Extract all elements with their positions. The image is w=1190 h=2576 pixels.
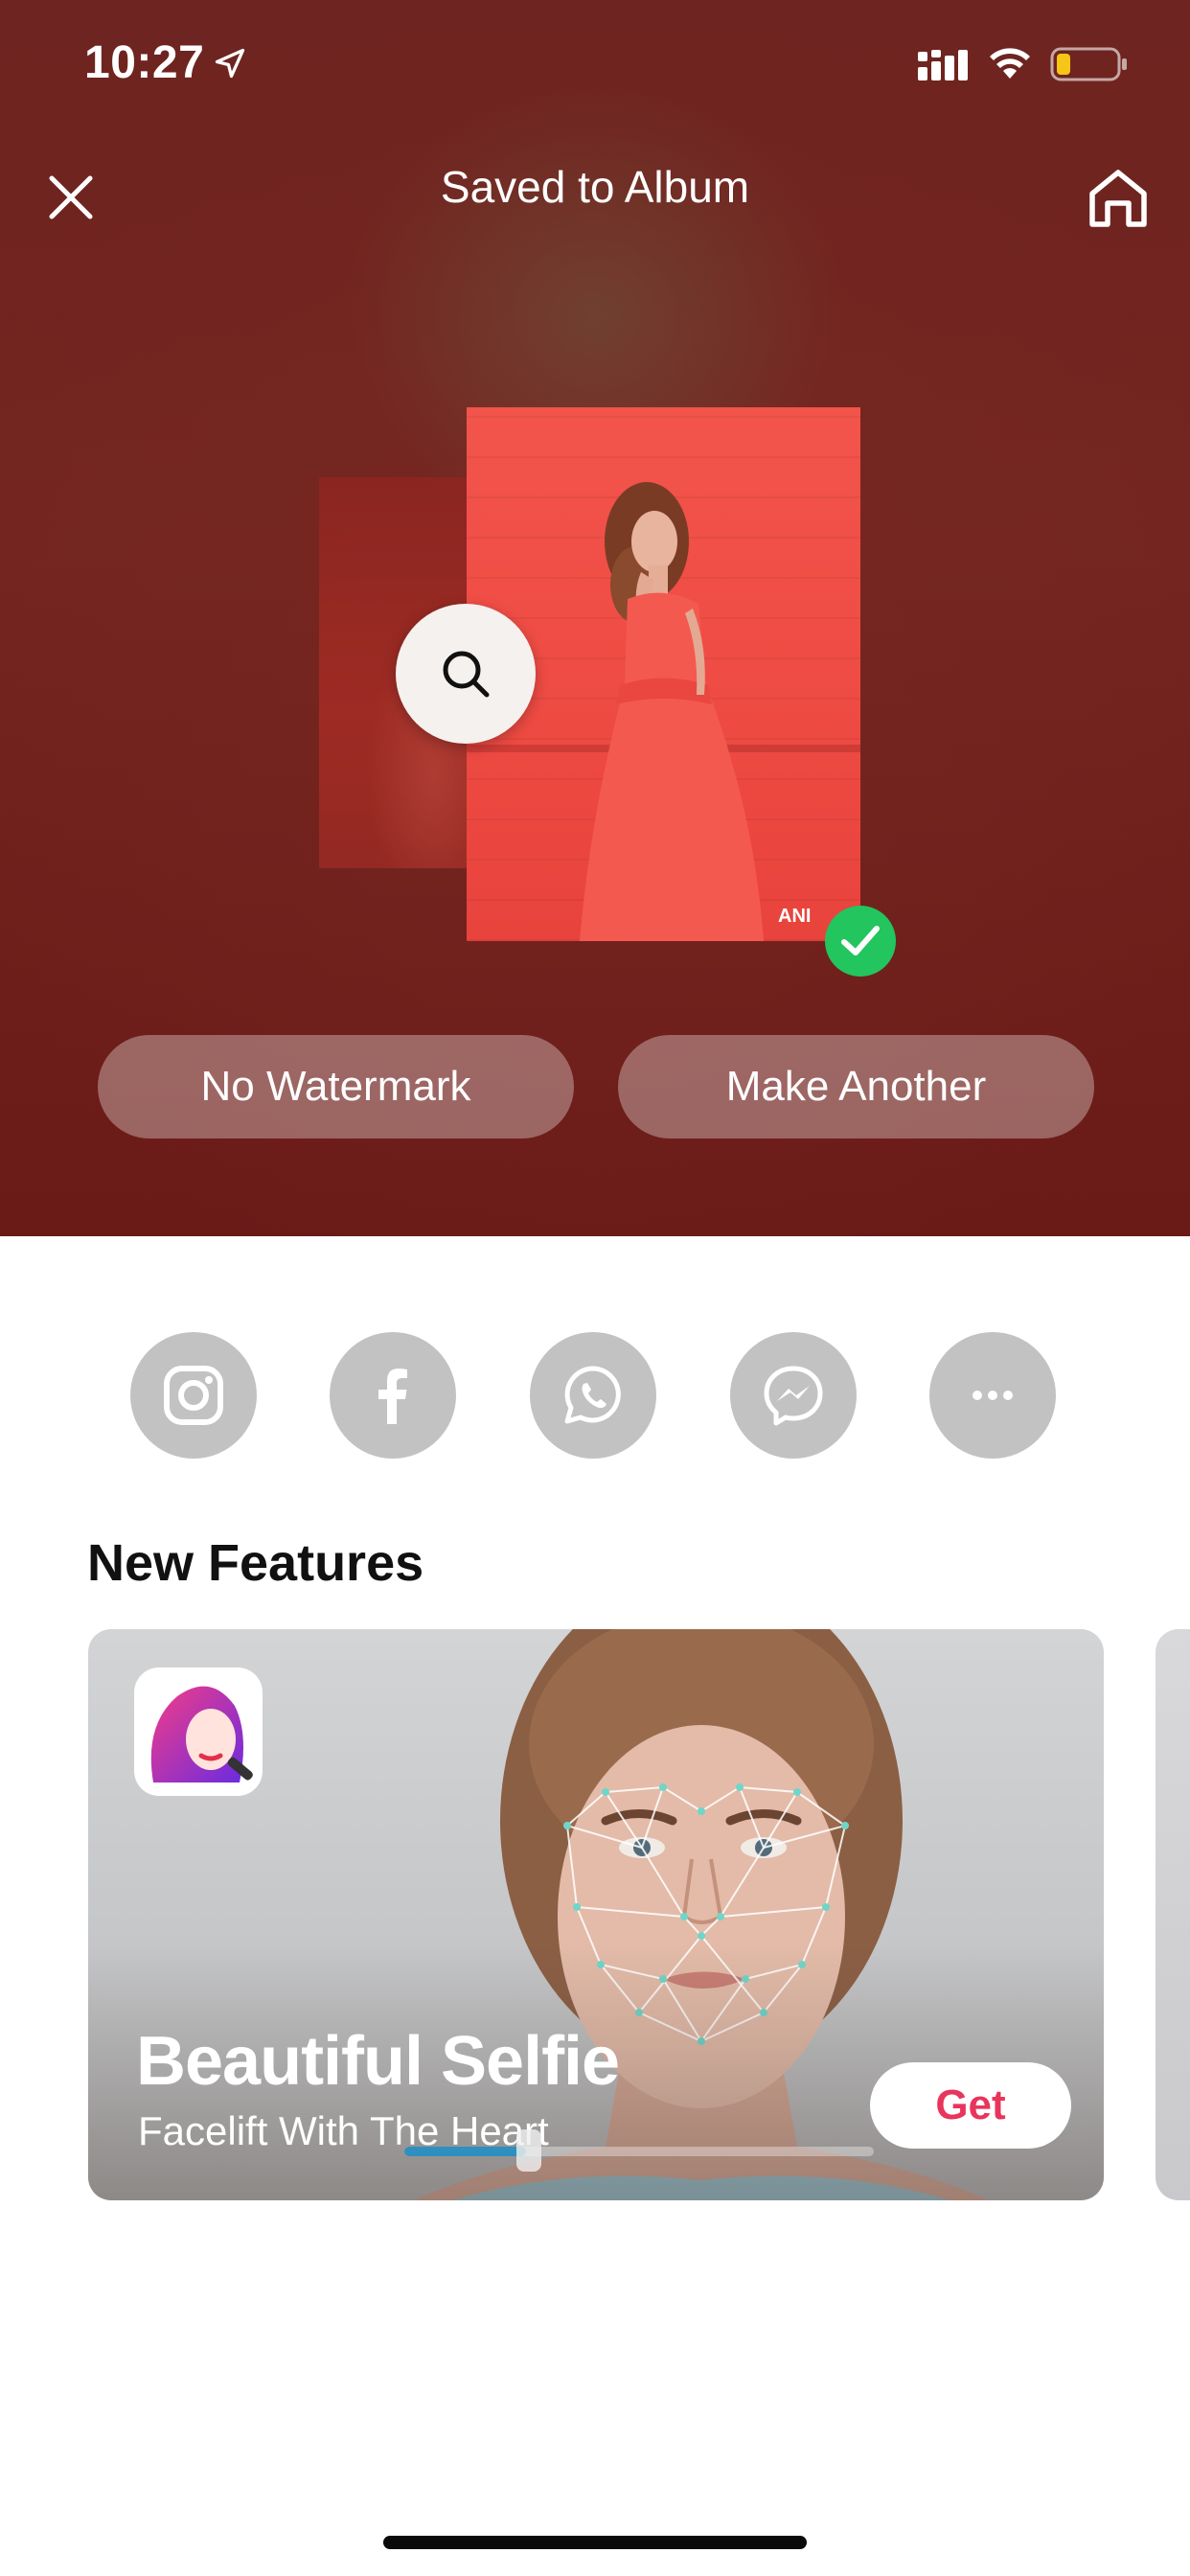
messenger-icon — [764, 1366, 823, 1426]
feature-title: Beautiful Selfie — [136, 2023, 620, 2100]
home-icon[interactable] — [1085, 165, 1152, 232]
share-whatsapp-button[interactable] — [530, 1332, 656, 1459]
status-time: 10:27 — [84, 37, 205, 88]
whatsapp-icon — [564, 1366, 621, 1424]
share-facebook-button[interactable] — [330, 1332, 456, 1459]
zoom-preview-button[interactable] — [396, 604, 536, 744]
feature-card-beautiful-selfie[interactable]: Beautiful Selfie Facelift With The Heart… — [88, 1629, 1104, 2200]
share-more-button[interactable] — [929, 1332, 1056, 1459]
facebook-icon — [378, 1368, 407, 1424]
more-icon — [973, 1391, 1013, 1400]
no-watermark-button[interactable]: No Watermark — [98, 1035, 574, 1138]
page-title: Saved to Album — [440, 162, 750, 212]
next-feature-card[interactable] — [1156, 1629, 1190, 2200]
search-icon — [443, 651, 490, 698]
watermark-logo: ANI — [778, 906, 812, 927]
result-header-area: 10:27 Saved to Album ANI No Watermark Ma… — [0, 0, 1190, 1236]
share-instagram-button[interactable] — [130, 1332, 257, 1459]
home-indicator[interactable] — [383, 2536, 807, 2549]
make-another-button[interactable]: Make Another — [618, 1035, 1094, 1138]
wifi-icon — [990, 48, 1030, 79]
video-progress-fill — [404, 2147, 526, 2156]
battery-icon — [1050, 47, 1127, 81]
status-bar: 10:27 — [0, 0, 1190, 125]
saved-check-badge — [825, 906, 896, 977]
video-progress-handle[interactable] — [516, 2129, 541, 2172]
share-messenger-button[interactable] — [730, 1332, 857, 1459]
checkmark-icon — [841, 926, 880, 955]
instagram-icon — [164, 1366, 223, 1425]
section-title-new-features: New Features — [87, 1534, 424, 1592]
location-arrow-icon — [215, 48, 245, 79]
get-button[interactable]: Get — [870, 2062, 1071, 2149]
beautiful-selfie-app-icon — [134, 1668, 263, 1796]
cellular-signal-icon — [918, 50, 968, 80]
